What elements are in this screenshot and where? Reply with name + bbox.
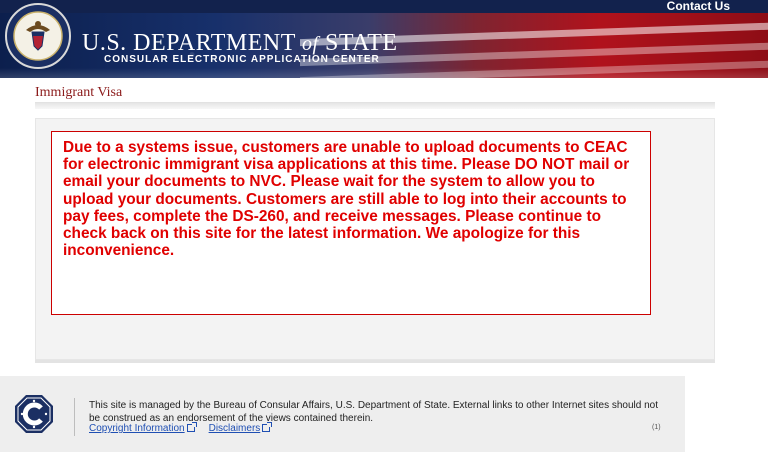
consular-affairs-logo-icon [15, 395, 53, 433]
panel-bottom-edge [35, 360, 715, 363]
external-link-icon [186, 422, 197, 432]
site-header: Contact Us U.S. DEPARTMENT of STATE CONS… [0, 0, 768, 78]
department-title: U.S. DEPARTMENT of STATE [82, 30, 398, 56]
disclaimers-link[interactable]: Disclaimers [209, 423, 261, 434]
title-divider [35, 102, 715, 109]
top-bar [0, 0, 768, 13]
header-fade [0, 68, 768, 78]
footer-links: Copyright Information Disclaimers [89, 422, 284, 434]
page-marker: (1) [652, 424, 661, 431]
page-title: Immigrant Visa [35, 85, 123, 100]
system-notice: Due to a systems issue, customers are un… [51, 131, 651, 315]
department-of-state-seal-icon [5, 3, 71, 69]
external-link-icon [262, 422, 273, 432]
footer-divider [74, 398, 75, 436]
application-center-subtitle: CONSULAR ELECTRONIC APPLICATION CENTER [104, 54, 380, 65]
footer-statement: This site is managed by the Bureau of Co… [89, 400, 658, 424]
copyright-information-link[interactable]: Copyright Information [89, 423, 185, 434]
contact-us-link[interactable]: Contact Us [667, 0, 730, 13]
